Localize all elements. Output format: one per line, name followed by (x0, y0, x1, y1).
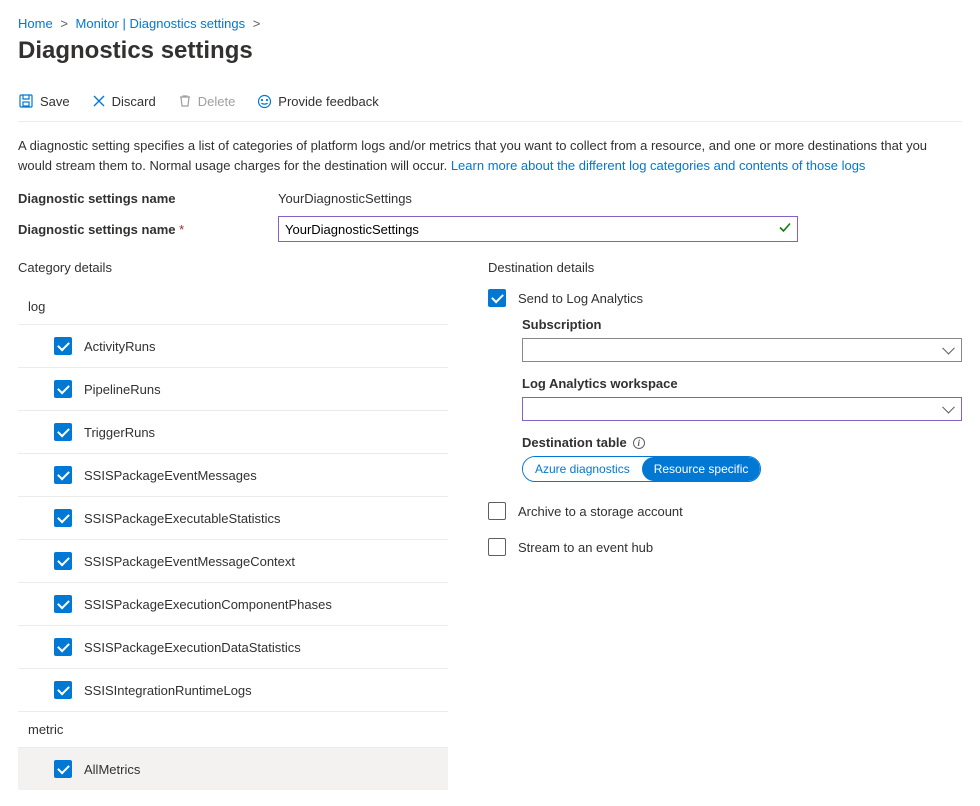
checkbox-icon[interactable] (54, 423, 72, 441)
checkbox-icon[interactable] (488, 502, 506, 520)
segment-resource-specific[interactable]: Resource specific (642, 457, 761, 481)
metric-label: AllMetrics (84, 762, 140, 777)
save-label: Save (40, 94, 70, 109)
destination-details: Destination details Send to Log Analytic… (488, 260, 962, 790)
log-ssispackageexecutablestatistics-row[interactable]: SSISPackageExecutableStatistics (18, 497, 448, 540)
log-ssisintegrationruntimelogs-row[interactable]: SSISIntegrationRuntimeLogs (18, 669, 448, 712)
settings-name-input[interactable] (278, 216, 798, 242)
checkbox-icon[interactable] (54, 638, 72, 656)
send-log-analytics-row[interactable]: Send to Log Analytics (488, 289, 962, 307)
checkbox-icon[interactable] (54, 760, 72, 778)
checkbox-icon[interactable] (488, 538, 506, 556)
settings-name-input-label: Diagnostic settings name * (18, 222, 278, 237)
save-button[interactable]: Save (18, 93, 70, 109)
trash-icon (178, 94, 192, 108)
log-label: SSISPackageEventMessageContext (84, 554, 295, 569)
delete-button: Delete (178, 94, 236, 109)
metric-group-header: metric (18, 712, 448, 748)
checkbox-icon[interactable] (54, 380, 72, 398)
smiley-icon (257, 94, 272, 109)
archive-storage-label: Archive to a storage account (518, 504, 683, 519)
settings-name-static-row: Diagnostic settings name YourDiagnosticS… (18, 191, 962, 206)
save-icon (18, 93, 34, 109)
chevron-right-icon: > (253, 16, 261, 31)
log-label: PipelineRuns (84, 382, 161, 397)
log-label: SSISPackageExecutionDataStatistics (84, 640, 301, 655)
description-text: A diagnostic setting specifies a list of… (18, 136, 958, 175)
log-ssispackageeventmessagecontext-row[interactable]: SSISPackageEventMessageContext (18, 540, 448, 583)
log-group-header: log (18, 289, 448, 325)
log-ssispackageexecutiondatastatistics-row[interactable]: SSISPackageExecutionDataStatistics (18, 626, 448, 669)
log-pipelineruns-row[interactable]: PipelineRuns (18, 368, 448, 411)
breadcrumb-monitor[interactable]: Monitor | Diagnostics settings (76, 16, 246, 31)
log-ssispackageeventmessages-row[interactable]: SSISPackageEventMessages (18, 454, 448, 497)
settings-name-static-label: Diagnostic settings name (18, 191, 278, 206)
delete-label: Delete (198, 94, 236, 109)
log-activityruns-row[interactable]: ActivityRuns (18, 325, 448, 368)
settings-name-static-value: YourDiagnosticSettings (278, 191, 412, 206)
checkbox-icon[interactable] (54, 466, 72, 484)
log-label: SSISPackageExecutionComponentPhases (84, 597, 332, 612)
chevron-right-icon: > (60, 16, 68, 31)
info-icon[interactable]: i (633, 437, 645, 449)
log-ssispackageexecutioncomponentphases-row[interactable]: SSISPackageExecutionComponentPhases (18, 583, 448, 626)
learn-more-link[interactable]: Learn more about the different log categ… (451, 158, 866, 173)
checkbox-icon[interactable] (54, 552, 72, 570)
stream-eventhub-row[interactable]: Stream to an event hub (488, 538, 962, 556)
category-details: Category details log ActivityRuns Pipeli… (18, 260, 448, 790)
destination-table-toggle: Azure diagnostics Resource specific (522, 456, 761, 482)
required-marker: * (179, 222, 184, 237)
segment-azure-diagnostics[interactable]: Azure diagnostics (523, 457, 642, 481)
feedback-button[interactable]: Provide feedback (257, 94, 378, 109)
breadcrumb: Home > Monitor | Diagnostics settings > (18, 16, 962, 31)
subscription-label: Subscription (522, 317, 962, 332)
archive-storage-row[interactable]: Archive to a storage account (488, 502, 962, 520)
breadcrumb-home[interactable]: Home (18, 16, 53, 31)
toolbar: Save Discard Delete Provide feedback (18, 85, 962, 122)
metric-allmetrics-row[interactable]: AllMetrics (18, 748, 448, 790)
workspace-select[interactable] (522, 397, 962, 421)
subscription-select[interactable] (522, 338, 962, 362)
settings-name-input-label-text: Diagnostic settings name (18, 222, 175, 237)
checkbox-icon[interactable] (488, 289, 506, 307)
checkbox-icon[interactable] (54, 681, 72, 699)
workspace-label: Log Analytics workspace (522, 376, 962, 391)
checkbox-icon[interactable] (54, 337, 72, 355)
send-log-analytics-label: Send to Log Analytics (518, 291, 643, 306)
log-label: ActivityRuns (84, 339, 156, 354)
log-label: SSISPackageEventMessages (84, 468, 257, 483)
destination-details-title: Destination details (488, 260, 962, 275)
checkbox-icon[interactable] (54, 509, 72, 527)
log-label: TriggerRuns (84, 425, 155, 440)
destination-table-label-text: Destination table (522, 435, 627, 450)
close-icon (92, 94, 106, 108)
stream-eventhub-label: Stream to an event hub (518, 540, 653, 555)
destination-table-label: Destination table i (522, 435, 962, 450)
discard-label: Discard (112, 94, 156, 109)
log-label: SSISPackageExecutableStatistics (84, 511, 281, 526)
discard-button[interactable]: Discard (92, 94, 156, 109)
log-label: SSISIntegrationRuntimeLogs (84, 683, 252, 698)
page-title: Diagnostics settings (18, 37, 962, 65)
checkbox-icon[interactable] (54, 595, 72, 613)
category-details-title: Category details (18, 260, 448, 275)
settings-name-input-row: Diagnostic settings name * (18, 216, 962, 242)
log-triggerruns-row[interactable]: TriggerRuns (18, 411, 448, 454)
feedback-label: Provide feedback (278, 94, 378, 109)
